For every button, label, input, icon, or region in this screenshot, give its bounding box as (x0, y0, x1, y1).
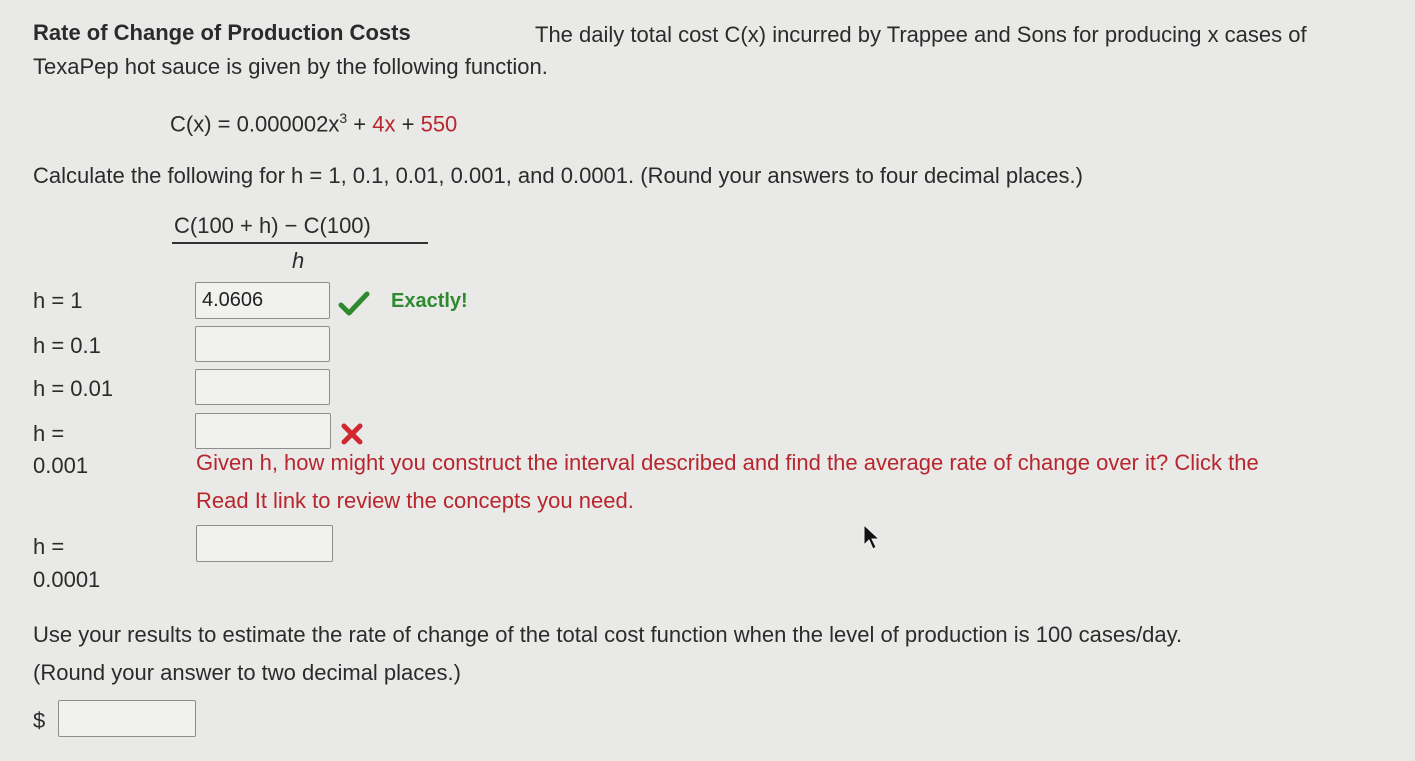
row-label-h-0-0001-line2: 0.0001 (33, 567, 101, 592)
estimate-answer-input[interactable] (58, 700, 196, 737)
function-term-2: 4x (372, 111, 396, 137)
fraction-bar (172, 242, 428, 244)
function-lhs: C(x) = 0.000002x (170, 111, 340, 137)
hint-text-line1: Given h, how might you construct the int… (196, 450, 1259, 475)
function-plus-2: + (395, 111, 421, 137)
function-exponent: 3 (339, 110, 348, 126)
problem-title: Rate of Change of Production Costs (33, 20, 411, 45)
instruction-text: Calculate the following for h = 1, 0.1, … (33, 163, 1083, 188)
fraction-denominator: h (292, 248, 305, 273)
hint-text-line2: Read It link to review the concepts you … (196, 488, 634, 513)
function-term-3: 550 (420, 111, 458, 137)
row-label-h-0-001-line1: h = (33, 421, 65, 446)
question-panel: Rate of Change of Production Costs The d… (0, 0, 1415, 761)
answer-input-h-0-001[interactable] (195, 413, 331, 449)
answer-input-h-0-0001[interactable] (196, 525, 333, 562)
row-label-h-0-0001-line1: h = (33, 534, 65, 559)
problem-intro-line2: TexaPep hot sauce is given by the follow… (33, 54, 548, 79)
checkmark-icon (338, 291, 370, 316)
cost-function: C(x) = 0.000002x3 + 4x + 550 (170, 110, 457, 137)
row-label-h-0-01: h = 0.01 (33, 376, 114, 401)
x-mark-icon (341, 423, 363, 445)
problem-intro-line1: The daily total cost C(x) incurred by Tr… (535, 22, 1307, 47)
fraction-numerator: C(100 + h) − C(100) (174, 213, 371, 238)
function-plus-1: + (347, 111, 373, 137)
answer-input-h-0-01[interactable] (195, 369, 330, 405)
mouse-cursor-icon (863, 523, 881, 550)
answer-input-h-1[interactable]: 4.0606 (195, 282, 330, 319)
feedback-exactly: Exactly! (391, 290, 468, 312)
estimate-question-line2: (Round your answer to two decimal places… (33, 660, 461, 685)
row-label-h-0-001-line2: 0.001 (33, 453, 89, 478)
row-label-h-1: h = 1 (33, 288, 83, 313)
row-label-h-0-1: h = 0.1 (33, 333, 101, 358)
answer-input-h-0-1[interactable] (195, 326, 330, 362)
currency-symbol: $ (33, 708, 46, 733)
estimate-question-line1: Use your results to estimate the rate of… (33, 622, 1183, 647)
